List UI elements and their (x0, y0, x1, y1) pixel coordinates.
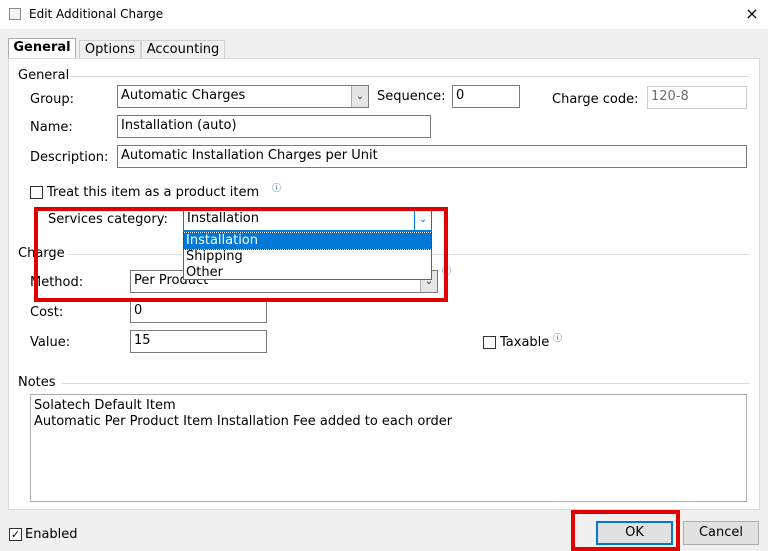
product-item-label: Treat this item as a product item (47, 185, 260, 200)
info-icon: ⓘ (553, 334, 563, 344)
title-bar: Edit Additional Charge × (0, 0, 768, 29)
name-label: Name: (30, 120, 73, 135)
app-icon (9, 8, 21, 20)
charge-code-input: 120-8 (647, 86, 747, 109)
cost-label: Cost: (30, 305, 64, 320)
sequence-label: Sequence: (377, 89, 446, 104)
chevron-down-icon[interactable]: ⌄ (414, 209, 431, 230)
notes-divider (62, 383, 750, 384)
services-category-value: Installation (187, 211, 260, 226)
name-input[interactable]: Installation (auto) (117, 115, 431, 138)
ok-button[interactable]: OK (596, 521, 673, 545)
services-category-dropdown[interactable]: Installation Shipping Other (183, 231, 432, 280)
tab-accounting[interactable]: Accounting (141, 40, 225, 60)
sequence-input[interactable]: 0 (452, 85, 520, 108)
notes-legend: Notes (18, 375, 56, 390)
info-icon: ⓘ (442, 267, 452, 277)
value-label: Value: (30, 335, 71, 350)
general-divider (70, 76, 750, 77)
general-legend: General (18, 68, 70, 83)
chevron-down-icon[interactable]: ⌄ (351, 86, 368, 107)
description-label: Description: (30, 150, 109, 165)
charge-code-label: Charge code: (552, 92, 639, 107)
taxable-label: Taxable (500, 335, 550, 350)
product-item-checkbox[interactable] (30, 186, 43, 199)
group-label: Group: (30, 92, 74, 107)
group-select[interactable]: Automatic Charges ⌄ (117, 85, 369, 108)
enabled-label: Enabled (25, 527, 78, 542)
dropdown-option-other[interactable]: Other (184, 265, 431, 281)
value-input[interactable]: 15 (130, 330, 267, 353)
services-category-label: Services category: (48, 212, 168, 227)
charge-legend: Charge (18, 246, 65, 261)
footer-bar: ✓ Enabled OK Cancel (0, 510, 768, 551)
cost-input[interactable]: 0 (130, 300, 267, 323)
tab-strip: General Options Accounting (0, 29, 768, 61)
close-icon[interactable]: × (739, 2, 765, 26)
group-value: Automatic Charges (121, 88, 246, 103)
dropdown-option-installation[interactable]: Installation (183, 232, 432, 250)
method-label: Method: (30, 275, 84, 290)
tab-options[interactable]: Options (79, 40, 141, 60)
notes-textarea[interactable]: Solatech Default Item Automatic Per Prod… (30, 394, 747, 502)
window-title: Edit Additional Charge (29, 7, 164, 21)
notes-line: Automatic Per Product Item Installation … (34, 414, 453, 429)
taxable-checkbox[interactable] (483, 336, 496, 349)
services-category-select[interactable]: Installation ⌄ (183, 208, 432, 231)
info-icon: ⓘ (272, 184, 282, 194)
enabled-checkbox[interactable]: ✓ (9, 528, 22, 541)
description-input[interactable]: Automatic Installation Charges per Unit (117, 145, 747, 168)
notes-line: Solatech Default Item (34, 398, 176, 413)
dropdown-option-shipping[interactable]: Shipping (184, 249, 431, 265)
cancel-button[interactable]: Cancel (683, 521, 759, 545)
